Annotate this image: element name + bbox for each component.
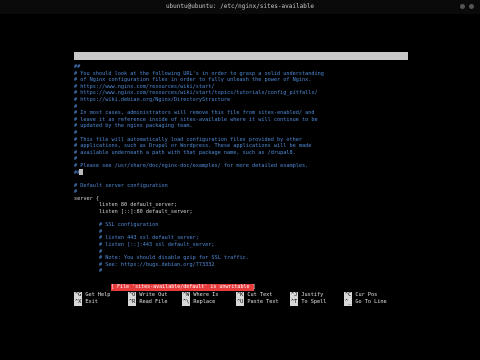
editor-line: listen [::]:80 default_server; — [74, 209, 193, 216]
editor-line: # Default server configuration — [74, 182, 168, 189]
shortcut-label: Paste Text — [244, 299, 279, 305]
editor-line: # https://wiki.debian.org/Nginx/Director… — [74, 96, 231, 103]
editor-line: # This file will automatically load conf… — [74, 136, 302, 143]
editor-line: # — [74, 156, 78, 163]
editor-line: # In most cases, administrators will rem… — [74, 110, 315, 117]
editor-line: # SSL configuration — [74, 222, 159, 229]
editor-line: listen 80 default_server; — [74, 202, 178, 209]
editor-line: # — [74, 248, 103, 255]
shortcut-key: ^W — [182, 292, 191, 299]
editor-line: # Please see /usr/share/doc/nginx-doc/ex… — [74, 162, 309, 169]
editor-line: # You should look at the following URL's… — [74, 70, 324, 77]
status-message: [ File 'sites-available/default' is unwr… — [111, 284, 256, 291]
shortcut-get-help[interactable]: ^G Get Help — [74, 292, 110, 299]
shortcut-where-is[interactable]: ^W Where Is — [182, 292, 218, 299]
shortcut-label: Exit — [82, 299, 98, 305]
editor-line: # leave it as reference inside of sites-… — [74, 116, 318, 123]
minimize-icon[interactable] — [460, 4, 465, 9]
shortcut-cur-pos[interactable]: ^C Cur Pos — [344, 292, 377, 299]
shortcut-key: ^J — [290, 292, 299, 299]
editor-line: # Note: You should disable gzip for SSL … — [74, 255, 249, 262]
shortcut-paste-text[interactable]: ^U Paste Text — [236, 299, 279, 306]
shortcut-label: To Spell — [298, 299, 327, 305]
shortcut-key: ^_ — [344, 299, 353, 306]
editor-line: # applications, such as Drupal or Wordpr… — [74, 143, 312, 150]
shortcut-bar: ^G Get Help ^O Write Out ^W Where Is ^K Cut… — [74, 292, 408, 314]
shortcut-key: ^\ — [182, 299, 191, 306]
shortcut-read-file[interactable]: ^R Read File — [128, 299, 167, 306]
shortcut-go-to-line[interactable]: ^_ Go To Line — [344, 299, 387, 306]
nano-header: GNU nano 4.8 sites-available/default — [74, 52, 408, 75]
editor-line: # — [74, 129, 78, 136]
editor-line: # available underneath a path with that … — [74, 149, 296, 156]
editor-line: # — [74, 103, 78, 110]
editor-line: server { — [74, 195, 99, 202]
editor-line: # — [74, 228, 103, 235]
editor-area[interactable]: ## # You should look at the following URL… — [74, 64, 408, 314]
editor-line: # — [74, 268, 103, 275]
shortcut-key: ^G — [74, 292, 83, 299]
shortcut-key: ^T — [290, 299, 299, 306]
shortcut-justify[interactable]: ^J Justify — [290, 292, 323, 299]
shortcut-write-out[interactable]: ^O Write Out — [128, 292, 167, 299]
editor-line: # https://www.nginx.com/resources/wiki/s… — [74, 90, 318, 97]
editor-line: # — [74, 189, 78, 196]
text-cursor — [79, 169, 83, 175]
shortcut-cut-text[interactable]: ^K Cut Text — [236, 292, 272, 299]
shortcut-label: Get Help — [82, 292, 111, 298]
shortcut-to-spell[interactable]: ^T To Spell — [290, 299, 326, 306]
shortcut-key: ^C — [344, 292, 353, 299]
close-icon[interactable] — [469, 4, 474, 9]
shortcut-key: ^R — [128, 299, 137, 306]
editor-line: # of Nginx configuration files in order … — [74, 77, 312, 84]
window-title: ubuntu@ubuntu: /etc/nginx/sites-availabl… — [165, 3, 315, 10]
shortcut-label: Cur Pos — [352, 292, 378, 298]
shortcut-exit[interactable]: ^X Exit — [74, 299, 98, 306]
window-title-bar: ubuntu@ubuntu: /etc/nginx/sites-availabl… — [0, 0, 480, 14]
shortcut-key: ^O — [128, 292, 137, 299]
editor-line: ## — [74, 169, 81, 176]
shortcut-replace[interactable]: ^\ Replace — [182, 299, 215, 306]
shortcut-key: ^K — [236, 292, 245, 299]
editor-line: # See: https://bugs.debian.org/773332 — [74, 261, 215, 268]
shortcut-label: Read File — [136, 299, 168, 305]
shortcut-label: Go To Line — [352, 299, 387, 305]
editor-line: # listen [::]:443 ssl default_server; — [74, 242, 215, 249]
editor-line: # https://www.nginx.com/resources/wiki/s… — [74, 83, 215, 90]
shortcut-key: ^X — [74, 299, 83, 306]
shortcut-label: Justify — [298, 292, 324, 298]
editor-line: ## — [74, 64, 81, 70]
shortcut-key: ^U — [236, 299, 245, 306]
shortcut-label: Where Is — [190, 292, 219, 298]
editor-line: # listen 443 ssl default_server; — [74, 235, 199, 242]
shortcut-label: Cut Text — [244, 292, 273, 298]
terminal-window[interactable]: GNU nano 4.8 sites-available/default ## #… — [74, 52, 408, 314]
shortcut-label: Write Out — [136, 292, 168, 298]
editor-line: # updated by the nginx packaging team. — [74, 123, 193, 130]
shortcut-label: Replace — [190, 299, 216, 305]
